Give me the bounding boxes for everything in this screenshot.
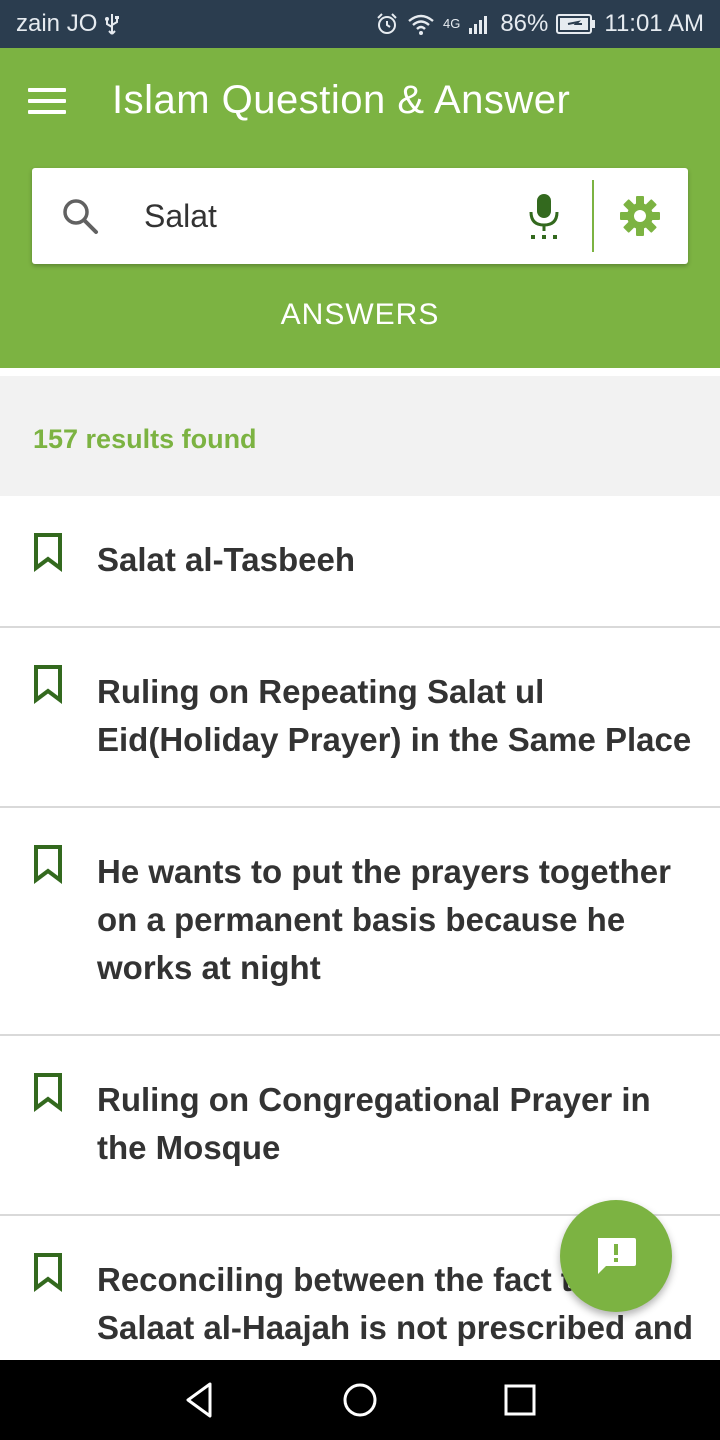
recents-nav-icon[interactable] xyxy=(500,1380,540,1420)
bookmark-outline-icon[interactable] xyxy=(32,532,64,572)
status-left: zain JO xyxy=(16,10,121,38)
list-item[interactable]: Ruling on Repeating Salat ul Eid(Holiday… xyxy=(0,628,720,808)
result-title: Ruling on Congregational Prayer in the M… xyxy=(97,1081,651,1166)
back-nav-icon[interactable] xyxy=(180,1380,220,1420)
gear-icon[interactable] xyxy=(618,194,662,238)
navigation-bar xyxy=(0,1360,720,1440)
search-divider xyxy=(592,180,594,252)
app-title: Islam Question & Answer xyxy=(112,78,571,122)
bookmark-outline-icon[interactable] xyxy=(32,844,64,884)
tab-indicator xyxy=(0,368,720,372)
alarm-icon xyxy=(377,13,397,34)
bookmark-outline-icon[interactable] xyxy=(32,1252,64,1292)
feedback-fab-button[interactable] xyxy=(560,1200,672,1312)
tab-answers[interactable]: ANSWERS xyxy=(0,298,720,356)
home-nav-icon[interactable] xyxy=(340,1380,380,1420)
carrier-label: zain JO xyxy=(16,10,98,37)
list-item[interactable]: Ruling on Congregational Prayer in the M… xyxy=(0,1036,720,1216)
search-input[interactable] xyxy=(144,192,504,240)
list-item[interactable]: He wants to put the prayers together on … xyxy=(0,808,720,1036)
results-header: 157 results found xyxy=(0,376,720,496)
signal-icon xyxy=(469,16,488,34)
search-icon xyxy=(63,199,98,234)
result-title: Salat al-Tasbeeh xyxy=(97,541,355,578)
status-bar: zain JO 4G 86% 11:01 AM xyxy=(0,0,720,48)
battery-icon xyxy=(556,14,596,34)
wifi-icon xyxy=(408,14,434,35)
results-count: 157 results found xyxy=(33,424,257,454)
bookmark-outline-icon[interactable] xyxy=(32,664,64,704)
status-right: 4G 86% 11:01 AM xyxy=(375,10,704,38)
list-item[interactable]: Salat al-Tasbeeh xyxy=(0,496,720,628)
clock: 11:01 AM xyxy=(604,10,704,37)
network-type: 4G xyxy=(442,16,461,31)
result-title: Ruling on Repeating Salat ul Eid(Holiday… xyxy=(97,673,692,758)
app-bar: Islam Question & Answer Salat ANSWERS xyxy=(0,48,720,372)
hamburger-menu-icon[interactable] xyxy=(28,88,68,120)
usb-icon xyxy=(105,14,120,35)
battery-percent: 86% xyxy=(500,10,549,37)
feedback-icon xyxy=(598,1238,636,1274)
search-bar xyxy=(32,168,688,264)
result-title: He wants to put the prayers together on … xyxy=(97,853,671,986)
microphone-icon[interactable] xyxy=(526,192,562,240)
bookmark-outline-icon[interactable] xyxy=(32,1072,64,1112)
